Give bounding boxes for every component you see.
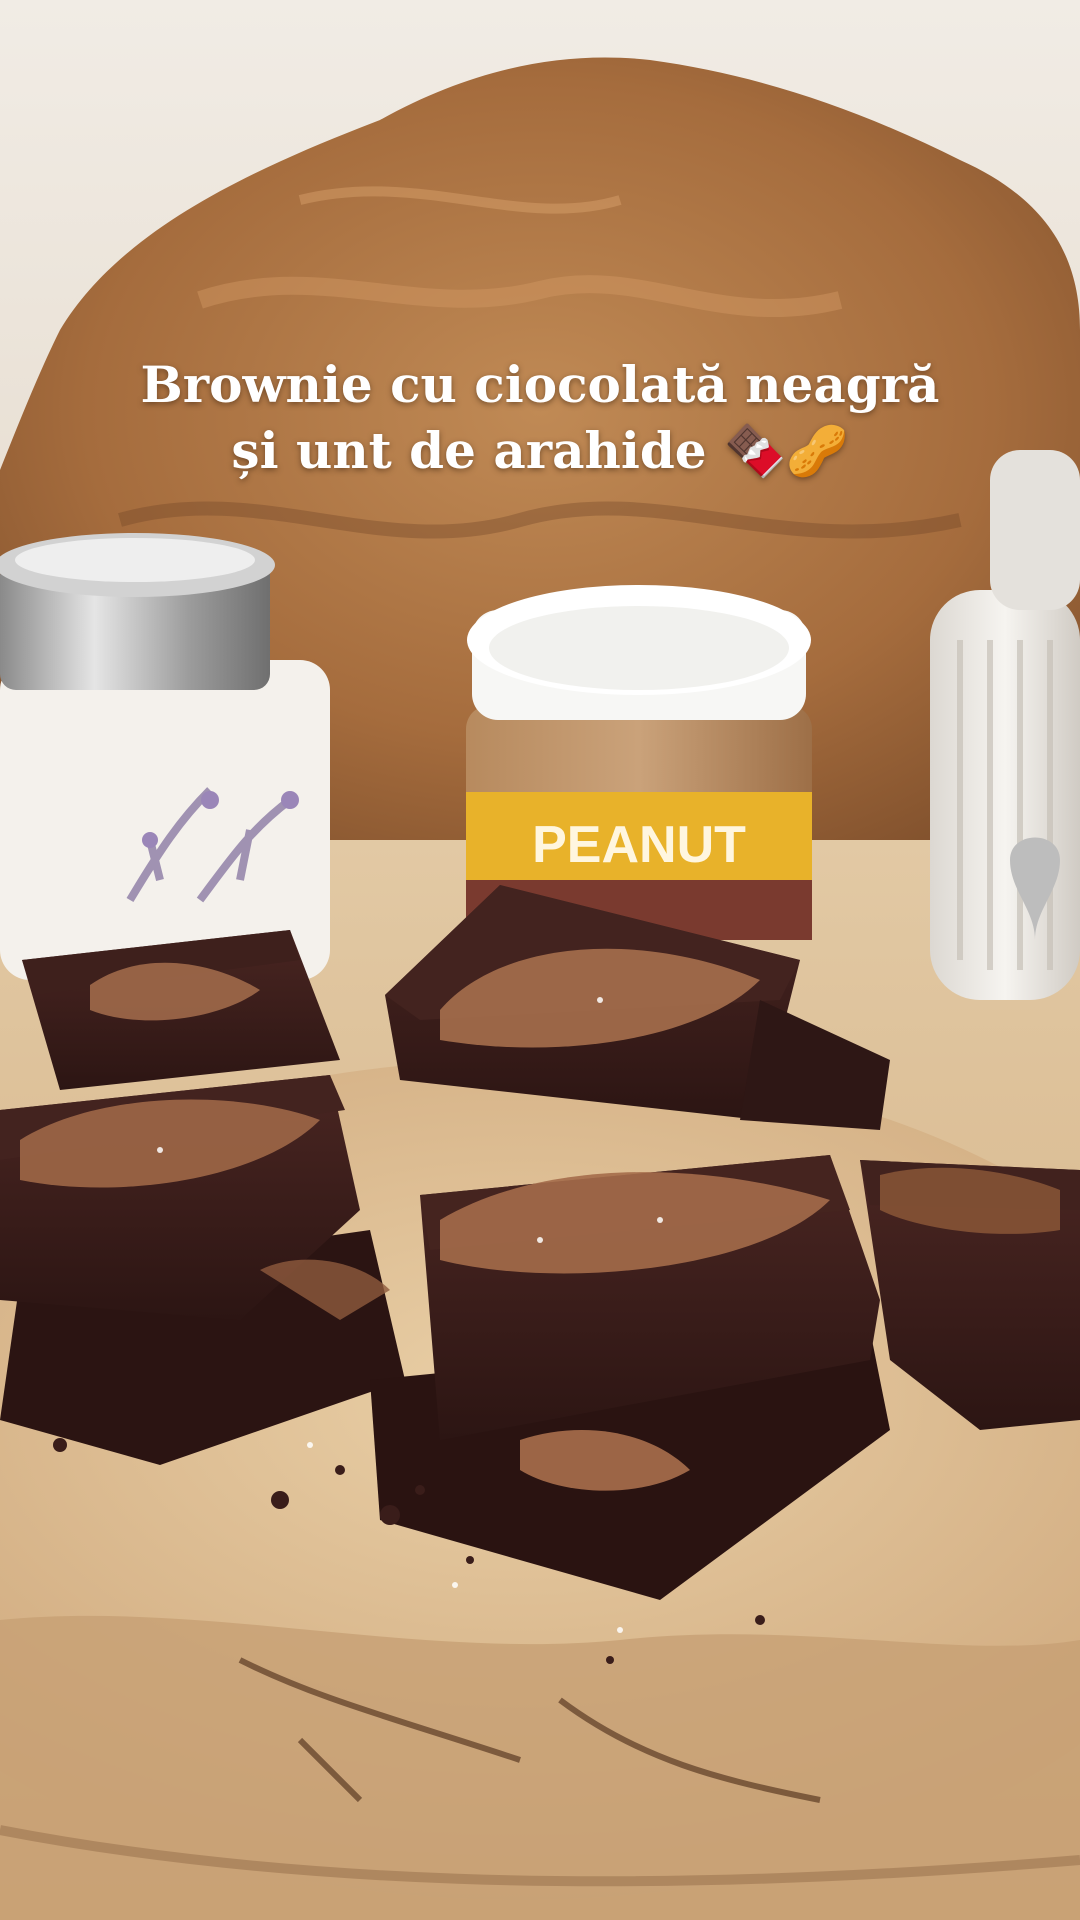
video-caption: Brownie cu ciocolată neagră și unt de ar… [60, 352, 1020, 484]
caption-line-2-text: și unt de arahide [231, 421, 707, 480]
chocolate-peanut-emoji: 🍫🥜 [724, 422, 849, 480]
food-photo-scene: PEANUT Brownie cu ciocolată neagră și un… [0, 0, 1080, 1920]
caption-line-1: Brownie cu ciocolată neagră [140, 355, 940, 414]
caption-line-2: și unt de arahide 🍫🥜 [60, 418, 1020, 484]
jar-label-text: PEANUT [532, 816, 746, 874]
peanut-butter-jar: PEANUT [466, 585, 812, 940]
photo-illustration: PEANUT [0, 0, 1080, 1920]
